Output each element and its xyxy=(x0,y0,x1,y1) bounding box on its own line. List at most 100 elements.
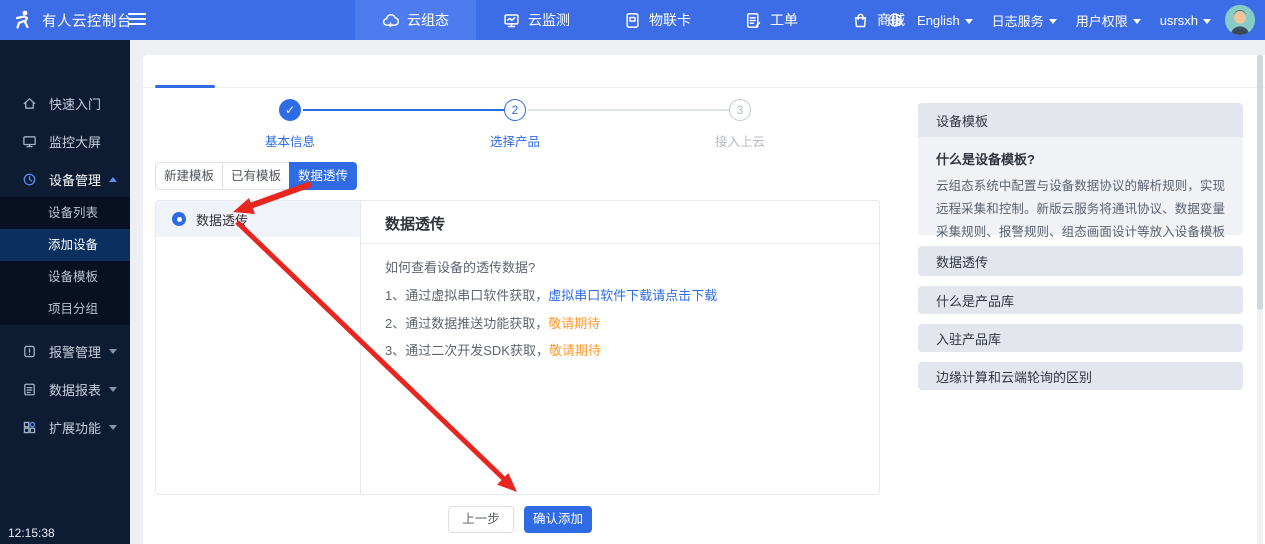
step-2-circle: 2 xyxy=(504,99,526,121)
radio-selected-icon[interactable] xyxy=(172,212,186,226)
help-panel-edge-vs-cloud[interactable]: 边缘计算和云端轮询的区别 xyxy=(918,362,1243,390)
step-connector-pending xyxy=(528,109,729,111)
option-label: 数据透传 xyxy=(196,210,248,229)
detail-question: 如何查看设备的透传数据? xyxy=(385,257,535,276)
detail-item: 2、通过数据推送功能获取，敬请期待 xyxy=(385,313,600,332)
username-dropdown[interactable]: usrsxh xyxy=(1155,13,1216,28)
iot-card-icon xyxy=(624,12,641,29)
brand: 有人云控制台 xyxy=(0,0,132,40)
tabs-divider xyxy=(143,87,1265,88)
option-row-passthrough[interactable]: 数据透传 xyxy=(156,201,360,237)
top-nav: 云组态 云监测 物联卡 工单 商城 xyxy=(355,0,932,40)
globe-icon xyxy=(887,12,903,28)
sidebar-item-label: 监控大屏 xyxy=(49,132,101,151)
detail-body: 如何查看设备的透传数据? 1、通过虚拟串口软件获取，虚拟串口软件下载请点击下载 … xyxy=(385,244,879,494)
topnav-item-work-order[interactable]: 工单 xyxy=(718,0,825,40)
step-3-label: 接入上云 xyxy=(690,131,790,150)
help-panel-join-product-lib[interactable]: 入驻产品库 xyxy=(918,324,1243,352)
topnav-label: 云监测 xyxy=(528,10,570,30)
chevron-down-icon xyxy=(109,387,117,392)
step-connector-done xyxy=(303,109,504,111)
chevron-up-icon xyxy=(109,177,117,182)
detail-item: 3、通过二次开发SDK获取，敬请期待 xyxy=(385,340,601,359)
step-1-circle: ✓ xyxy=(279,99,301,121)
detail-header: 数据透传 xyxy=(361,201,879,244)
sidebar-item-label: 快速入门 xyxy=(49,94,101,113)
step-2-number: 2 xyxy=(512,103,519,117)
topnav-label: 云组态 xyxy=(407,10,449,30)
user-permission-label: 用户权限 xyxy=(1076,11,1128,30)
log-service-label: 日志服务 xyxy=(992,11,1044,30)
language-label: English xyxy=(917,13,960,28)
chevron-down-icon xyxy=(965,19,973,24)
chevron-down-icon xyxy=(109,425,117,430)
app-root: 有人云控制台 云组态 云监测 物联卡 工单 商城 xyxy=(0,0,1265,544)
help-panel-passthrough[interactable]: 数据透传 xyxy=(918,246,1243,276)
detail-title: 数据透传 xyxy=(385,213,445,234)
check-icon: ✓ xyxy=(285,103,295,117)
usr-logo-icon xyxy=(12,9,34,31)
topnav-label: 工单 xyxy=(770,10,798,30)
cloud-scada-icon xyxy=(382,12,399,29)
chevron-down-icon xyxy=(109,349,117,354)
detail-item-text: 1、通过虚拟串口软件获取， xyxy=(385,288,548,303)
brand-title: 有人云控制台 xyxy=(42,10,132,31)
coming-soon-label: 敬请期待 xyxy=(549,343,601,358)
user-permission-dropdown[interactable]: 用户权限 xyxy=(1071,11,1146,30)
previous-step-button[interactable]: 上一步 xyxy=(448,506,514,533)
help-question: 什么是设备模板? xyxy=(936,149,1225,168)
sidebar-item-data-report[interactable]: 数据报表 xyxy=(0,370,130,408)
template-tab-new[interactable]: 新建模板 xyxy=(155,162,223,190)
clock-timestamp: 12:15:38 xyxy=(8,526,55,540)
chevron-down-icon xyxy=(1133,19,1141,24)
detail-item: 1、通过虚拟串口软件获取，虚拟串口软件下载请点击下载 xyxy=(385,285,717,304)
sidebar-item-label: 报警管理 xyxy=(49,342,101,361)
detail-item-text: 3、通过二次开发SDK获取， xyxy=(385,343,549,358)
detail-item-text: 2、通过数据推送功能获取， xyxy=(385,316,548,331)
topnav-item-monitor[interactable]: 云监测 xyxy=(476,0,597,40)
help-panel-device-template[interactable]: 设备模板 xyxy=(918,103,1243,137)
sidebar-subitem-device-list[interactable]: 设备列表 xyxy=(0,197,130,229)
coming-soon-label: 敬请期待 xyxy=(548,316,600,331)
menu-toggle-icon[interactable] xyxy=(128,13,146,25)
help-panel-body: 什么是设备模板? 云组态系统中配置与设备数据协议的解析规则，实现远程采集和控制。… xyxy=(918,137,1243,235)
topnav-item-scada[interactable]: 云组态 xyxy=(355,0,476,40)
sidebar-subitem-add-device[interactable]: 添加设备 xyxy=(0,229,130,261)
language-dropdown[interactable]: English xyxy=(912,13,978,28)
sidebar-item-device-mgmt[interactable]: 设备管理 xyxy=(0,160,130,198)
sidebar-item-big-screen[interactable]: 监控大屏 xyxy=(0,122,130,160)
device-icon xyxy=(22,172,37,187)
chevron-down-icon xyxy=(1049,19,1057,24)
log-service-dropdown[interactable]: 日志服务 xyxy=(987,11,1062,30)
report-icon xyxy=(22,382,37,397)
confirm-add-button[interactable]: 确认添加 xyxy=(524,506,592,533)
sidebar-item-label: 设备管理 xyxy=(49,170,101,189)
download-link[interactable]: 虚拟串口软件下载请点击下载 xyxy=(548,288,717,303)
username-label: usrsxh xyxy=(1160,13,1198,28)
sidebar-subitem-project-group[interactable]: 项目分组 xyxy=(0,293,130,325)
step-1-label: 基本信息 xyxy=(240,131,340,150)
avatar[interactable] xyxy=(1225,5,1255,35)
top-navbar: 有人云控制台 云组态 云监测 物联卡 工单 商城 xyxy=(0,0,1265,40)
product-select-panel: 数据透传 数据透传 如何查看设备的透传数据? 1、通过虚拟串口软件获取，虚拟串口… xyxy=(155,200,880,495)
cloud-monitor-icon xyxy=(503,12,520,29)
topnav-item-iot-card[interactable]: 物联卡 xyxy=(597,0,718,40)
device-mgmt-submenu: 设备列表 添加设备 设备模板 项目分组 xyxy=(0,197,130,325)
home-icon xyxy=(22,96,37,111)
screen-icon xyxy=(22,134,37,149)
alarm-icon xyxy=(22,344,37,359)
side-nav: 快速入门 监控大屏 设备管理 设备列表 添加设备 设备模板 项目分组 报警管理 … xyxy=(0,40,130,544)
sidebar-item-extensions[interactable]: 扩展功能 xyxy=(0,408,130,446)
help-panel-what-is-product-lib[interactable]: 什么是产品库 xyxy=(918,286,1243,314)
topbar-right: English 日志服务 用户权限 usrsxh xyxy=(887,0,1255,40)
option-list: 数据透传 xyxy=(156,201,361,494)
mall-icon xyxy=(852,12,869,29)
sidebar-item-alarm-mgmt[interactable]: 报警管理 xyxy=(0,332,130,370)
template-tab-existing[interactable]: 已有模板 xyxy=(222,162,290,190)
step-3-circle: 3 xyxy=(729,99,751,121)
scrollbar-thumb[interactable] xyxy=(1257,55,1263,310)
topnav-label: 物联卡 xyxy=(649,10,691,30)
sidebar-item-quickstart[interactable]: 快速入门 xyxy=(0,84,130,122)
template-tab-passthrough[interactable]: 数据透传 xyxy=(289,162,357,190)
sidebar-subitem-device-template[interactable]: 设备模板 xyxy=(0,261,130,293)
